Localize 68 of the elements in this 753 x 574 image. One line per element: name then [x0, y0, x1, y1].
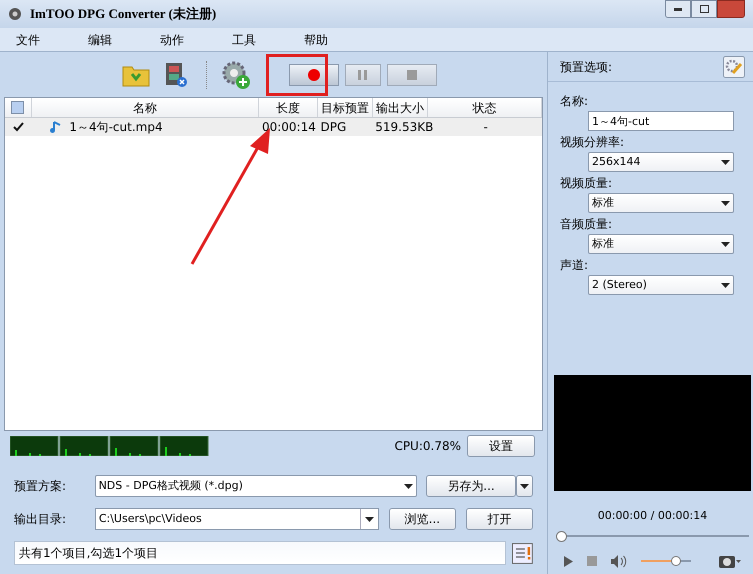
window-title: ImTOO DPG Converter (未注册) — [30, 5, 216, 24]
stop-icon — [407, 70, 417, 80]
save-as-menu-button[interactable] — [516, 475, 533, 497]
column-header[interactable]: 名称 — [32, 98, 260, 117]
menu-item[interactable]: 动作 — [152, 30, 192, 48]
menu-item[interactable]: 帮助 — [296, 30, 336, 48]
option-dropdown[interactable]: 标准 — [588, 234, 734, 254]
caret-icon — [721, 282, 730, 288]
caret-icon — [721, 200, 730, 206]
browse-button[interactable]: 浏览... — [388, 508, 456, 530]
camera-icon[interactable] — [719, 554, 741, 568]
log-icon[interactable] — [512, 542, 533, 564]
seek-slider[interactable] — [556, 530, 749, 542]
checkbox[interactable] — [12, 122, 24, 132]
maximize-icon — [700, 5, 708, 13]
options-title: 预置选项: — [560, 58, 612, 76]
caret-icon — [364, 516, 374, 522]
menu-item[interactable]: 工具 — [224, 30, 264, 48]
table-cell-text: 1～4句-cut.mp4 — [69, 119, 163, 136]
playback-time: 00:00:00 / 00:00:14 — [596, 508, 708, 524]
menu-item[interactable]: 文件 — [8, 30, 48, 48]
preset-dropdown[interactable]: NDS - DPG格式视频 (*.dpg) — [94, 475, 417, 497]
column-header[interactable]: 输出大小 — [373, 98, 428, 117]
cpu-usage: CPU:0.78% — [394, 438, 461, 455]
film-remove-icon[interactable] — [164, 62, 188, 88]
caret-icon — [721, 160, 730, 164]
table-cell-text: 00:00:14 — [260, 119, 316, 136]
field-label: 名称: — [560, 93, 590, 110]
name-field[interactable]: 1～4句-cut — [588, 111, 734, 131]
field-label: 声道: — [560, 257, 590, 274]
option-dropdown[interactable]: 标准 — [588, 193, 734, 213]
column-header[interactable]: 长度 — [259, 98, 318, 117]
caret-icon — [404, 484, 413, 488]
edit-settings-icon[interactable] — [723, 56, 745, 78]
settings-button[interactable]: 设置 — [467, 435, 535, 457]
minimize-icon — [674, 8, 682, 10]
output-folder-field[interactable]: C:\Users\pc\Videos — [94, 508, 379, 530]
minimize-button[interactable] — [665, 0, 691, 18]
column-header[interactable]: 状态 — [428, 98, 542, 117]
speaker-icon[interactable] — [611, 554, 627, 568]
maximize-button[interactable] — [691, 0, 717, 18]
save-as-button[interactable]: 另存为... — [426, 475, 516, 497]
music-note-icon — [49, 120, 64, 134]
status-bar: 共有1个项目,勾选1个项目 — [14, 541, 506, 565]
gear-add-icon[interactable] — [221, 60, 251, 90]
field-label: 音频质量: — [560, 216, 614, 233]
preset-label: 预置方案: — [14, 478, 68, 495]
checkbox[interactable] — [11, 101, 24, 114]
field-label: 视频质量: — [560, 175, 614, 192]
record-icon — [308, 68, 320, 80]
option-dropdown[interactable]: 256x144 — [588, 152, 734, 172]
menu-item[interactable]: 编辑 — [80, 30, 120, 48]
app-icon — [8, 7, 22, 21]
caret-icon — [520, 484, 529, 488]
highlight-box — [266, 54, 328, 96]
volume-slider[interactable] — [641, 556, 691, 566]
caret-icon — [721, 242, 730, 246]
table-cell-text: DPG — [319, 119, 348, 136]
output-label: 输出目录: — [14, 511, 68, 528]
column-header[interactable]: 目标预置 — [318, 98, 374, 117]
option-dropdown[interactable]: 2 (Stereo) — [588, 275, 734, 295]
start-button[interactable] — [289, 64, 339, 86]
table-row[interactable]: 1～4句-cut.mp4 00:00:14 DPG 519.53KB - — [5, 118, 542, 136]
field-label: 视频分辨率: — [560, 134, 626, 151]
open-button[interactable]: 打开 — [466, 508, 534, 530]
table-cell-text: - — [482, 119, 489, 136]
pause-icon — [358, 70, 368, 80]
play-icon[interactable] — [564, 556, 573, 566]
